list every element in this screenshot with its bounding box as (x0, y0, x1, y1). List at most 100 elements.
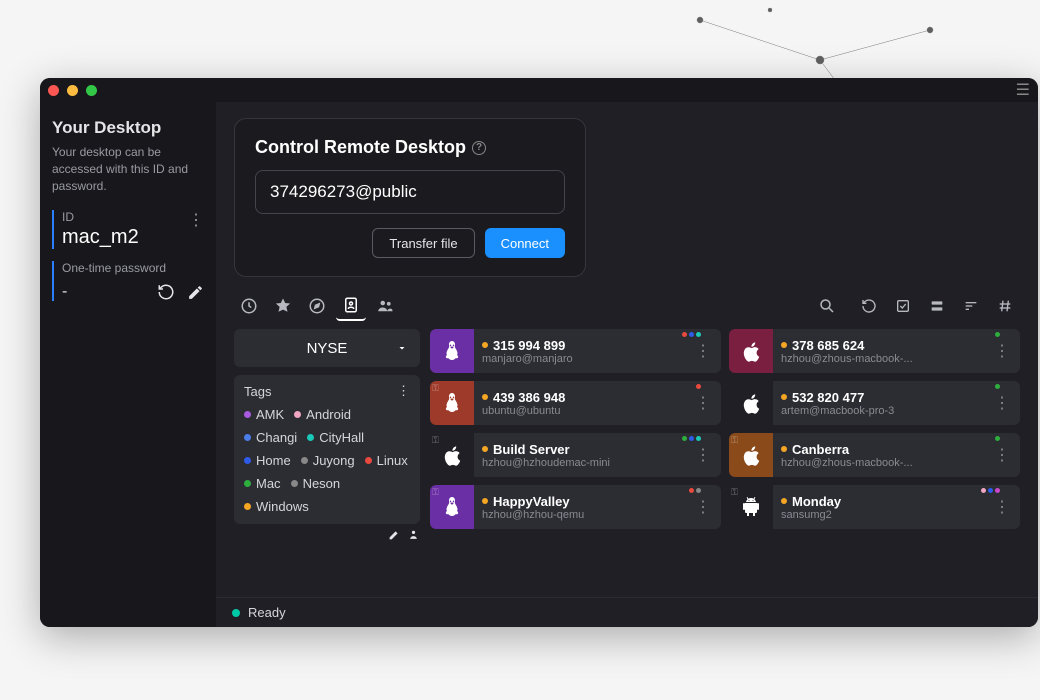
device-more-icon[interactable]: ⋮ (990, 341, 1014, 361)
view-grid-icon[interactable] (922, 291, 952, 321)
tag-item[interactable]: Juyong (301, 451, 355, 470)
device-host: ubuntu@ubuntu (482, 405, 691, 417)
tag-item[interactable]: Mac (244, 474, 281, 493)
device-more-icon[interactable]: ⋮ (990, 393, 1014, 413)
tag-user-icon[interactable] (407, 528, 420, 541)
sidebar-description: Your desktop can be accessed with this I… (52, 144, 204, 194)
tag-color-dot (244, 503, 251, 510)
tag-label: Mac (256, 476, 281, 491)
tag-label: CityHall (319, 430, 364, 445)
tag-label: Home (256, 453, 291, 468)
status-dot-icon (482, 498, 488, 504)
chevron-down-icon (396, 342, 408, 354)
device-tag-dots (995, 332, 1000, 337)
status-dot-icon (781, 394, 787, 400)
address-book-icon[interactable] (336, 291, 366, 321)
tag-item[interactable]: Neson (291, 474, 341, 493)
sync-icon[interactable] (854, 291, 884, 321)
device-tag-dots (696, 384, 701, 389)
tag-color-dot (307, 434, 314, 441)
device-id: 378 685 624 (792, 338, 864, 353)
device-more-icon[interactable]: ⋮ (691, 445, 715, 465)
connect-button[interactable]: Connect (485, 228, 565, 258)
maximize-window-button[interactable] (86, 85, 97, 96)
device-os-icon (729, 381, 773, 425)
sidebar-title: Your Desktop (52, 118, 204, 138)
sort-icon[interactable] (956, 291, 986, 321)
tag-item[interactable]: CityHall (307, 428, 364, 447)
group-icon[interactable] (370, 291, 400, 321)
help-icon[interactable]: ? (472, 141, 486, 155)
minimize-window-button[interactable] (67, 85, 78, 96)
status-dot-icon (482, 394, 488, 400)
tag-label: Juyong (313, 453, 355, 468)
close-window-button[interactable] (48, 85, 59, 96)
menu-icon[interactable]: ☰ (1016, 80, 1030, 100)
status-dot-icon (482, 342, 488, 348)
tag-edit-icon[interactable] (388, 528, 401, 541)
device-host: hzhou@zhous-macbook-... (781, 457, 990, 469)
tags-heading: Tags (244, 384, 271, 399)
tag-item[interactable]: Home (244, 451, 291, 470)
key-icon: ⚿ (432, 383, 439, 394)
search-icon[interactable] (812, 291, 842, 321)
device-more-icon[interactable]: ⋮ (691, 393, 715, 413)
device-more-icon[interactable]: ⋮ (990, 497, 1014, 517)
device-card[interactable]: ⚿Canberrahzhou@zhous-macbook-...⋮ (729, 433, 1020, 477)
tag-label: AMK (256, 407, 284, 422)
sidebar: Your Desktop Your desktop can be accesse… (40, 102, 216, 627)
device-info: HappyValleyhzhou@hzhou-qemu (474, 494, 691, 521)
device-card[interactable]: 378 685 624hzhou@zhous-macbook-...⋮ (729, 329, 1020, 373)
device-more-icon[interactable]: ⋮ (691, 341, 715, 361)
remote-id-input[interactable] (255, 170, 565, 214)
device-card[interactable]: ⚿ Mondaysansumg2⋮ (729, 485, 1020, 529)
toolbar (216, 291, 1038, 329)
device-info: Mondaysansumg2 (773, 494, 990, 521)
refresh-icon[interactable] (157, 283, 175, 301)
device-card[interactable]: ⚿HappyValleyhzhou@hzhou-qemu⋮ (430, 485, 721, 529)
device-info: Canberrahzhou@zhous-macbook-... (773, 442, 990, 469)
device-tag-dots (682, 332, 701, 337)
app-body: Your Desktop Your desktop can be accesse… (40, 102, 1038, 627)
device-host: hzhou@hzhou-qemu (482, 509, 691, 521)
device-info: 439 386 948ubuntu@ubuntu (474, 390, 691, 417)
device-card[interactable]: 315 994 899manjaro@manjaro⋮ (430, 329, 721, 373)
hash-icon[interactable] (990, 291, 1020, 321)
device-card[interactable]: 532 820 477artem@macbook-pro-3⋮ (729, 381, 1020, 425)
group-select[interactable]: NYSE (234, 329, 420, 367)
edit-icon[interactable] (187, 284, 204, 301)
device-card[interactable]: ⚿Build Serverhzhou@hzhoudemac-mini⋮ (430, 433, 721, 477)
control-card: Control Remote Desktop ? Transfer file C… (234, 118, 586, 277)
device-more-icon[interactable]: ⋮ (990, 445, 1014, 465)
tags-box: Tags ⋮ AMK Android Changi CityHall Home Juyon… (234, 375, 420, 524)
key-icon: ⚿ (731, 487, 738, 498)
group-selected-label: NYSE (307, 340, 348, 357)
status-indicator-icon (232, 609, 240, 617)
tag-item[interactable]: Windows (244, 497, 309, 516)
control-title: Control Remote Desktop ? (255, 137, 565, 158)
favorites-icon[interactable] (268, 291, 298, 321)
select-icon[interactable] (888, 291, 918, 321)
id-more-icon[interactable]: ⋮ (188, 210, 204, 230)
discovered-icon[interactable] (302, 291, 332, 321)
tag-item[interactable]: AMK (244, 405, 284, 424)
device-info: Build Serverhzhou@hzhoudemac-mini (474, 442, 691, 469)
tag-label: Windows (256, 499, 309, 514)
content-row: NYSE Tags ⋮ AMK Android Changi CityHall Home… (216, 329, 1038, 597)
tags-more-icon[interactable]: ⋮ (397, 383, 410, 399)
device-tag-dots (689, 488, 701, 493)
app-window: ☰ Your Desktop Your desktop can be acces… (40, 78, 1038, 627)
device-more-icon[interactable]: ⋮ (691, 497, 715, 517)
device-host: sansumg2 (781, 509, 990, 521)
tag-item[interactable]: Linux (365, 451, 408, 470)
device-card[interactable]: ⚿ 439 386 948ubuntu@ubuntu⋮ (430, 381, 721, 425)
status-dot-icon (781, 498, 787, 504)
transfer-file-button[interactable]: Transfer file (372, 228, 474, 258)
tag-item[interactable]: Changi (244, 428, 297, 447)
tag-color-dot (291, 480, 298, 487)
tag-item[interactable]: Android (294, 405, 351, 424)
device-os-icon (430, 329, 474, 373)
tag-label: Changi (256, 430, 297, 445)
recent-icon[interactable] (234, 291, 264, 321)
device-id: 315 994 899 (493, 338, 565, 353)
